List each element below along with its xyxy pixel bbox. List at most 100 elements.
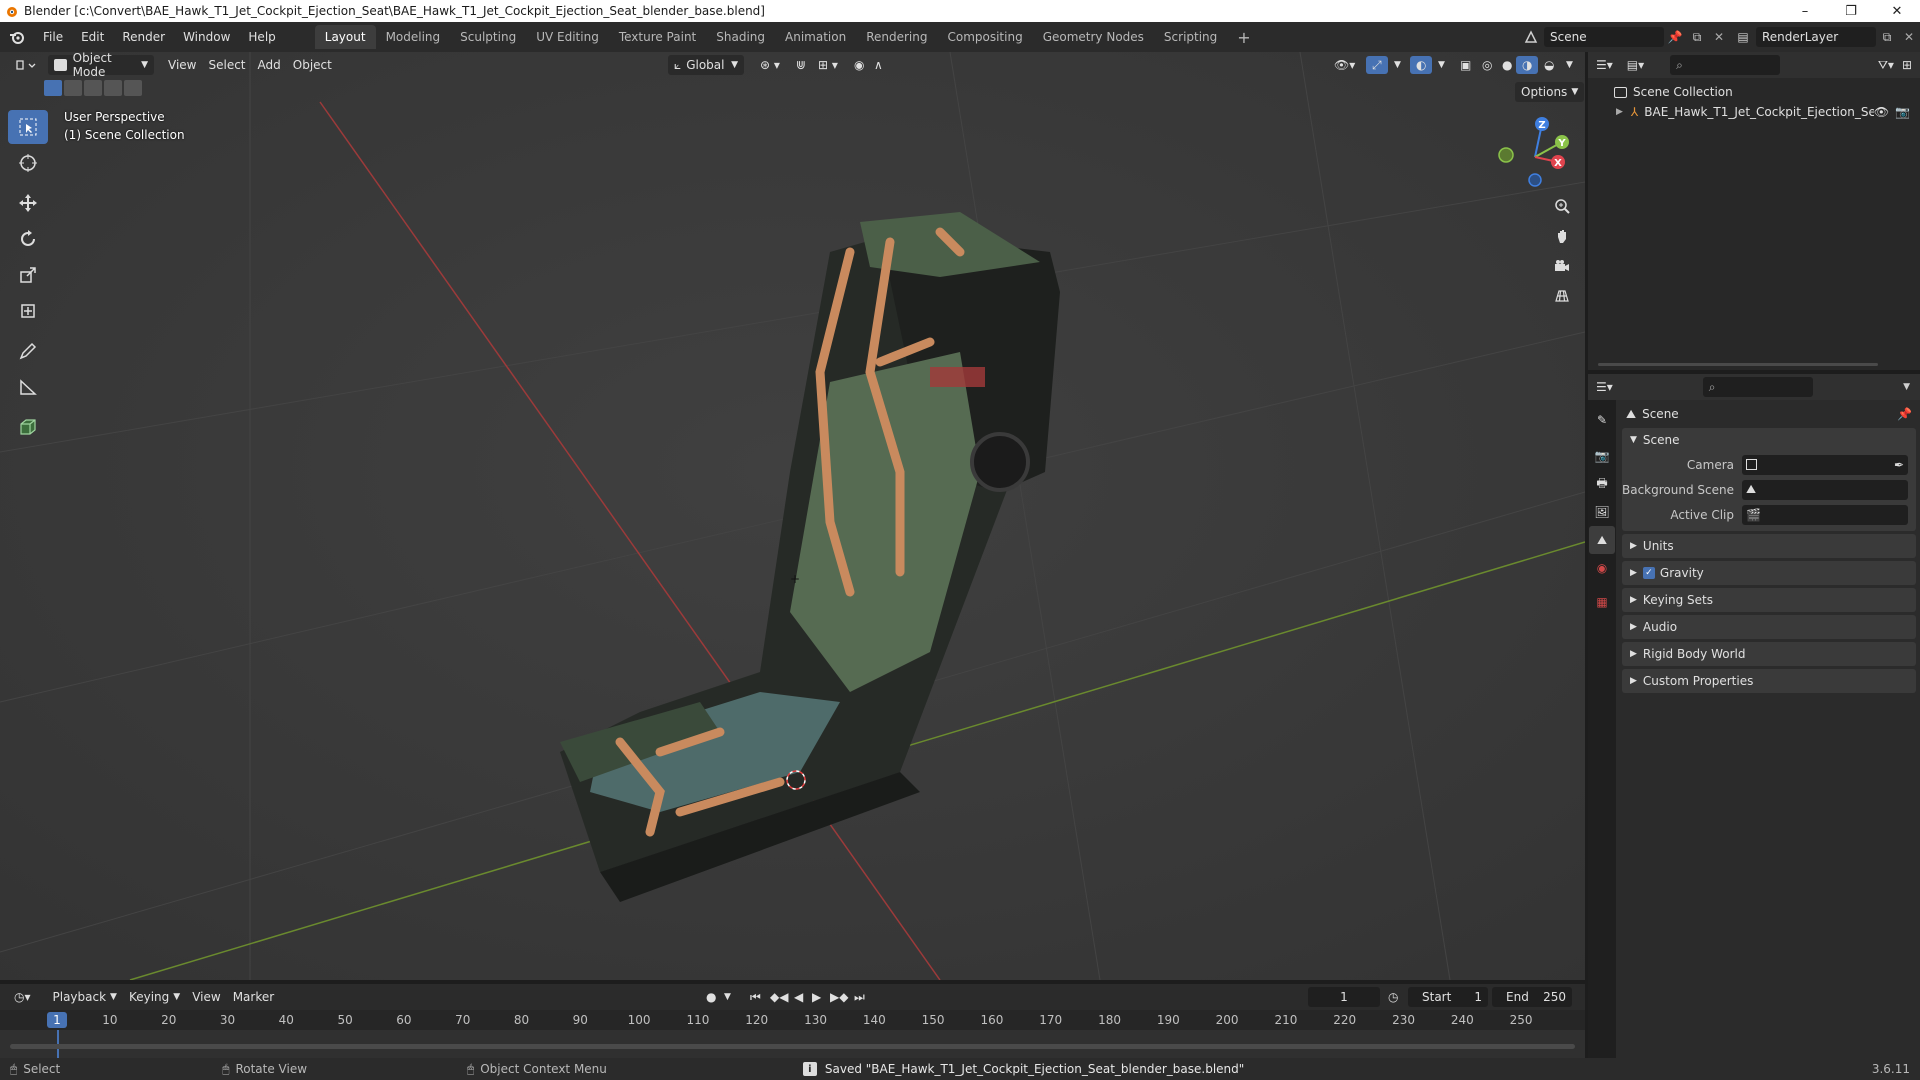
select-extend-icon[interactable] <box>64 80 82 96</box>
viewport-menu-view[interactable]: View <box>162 55 202 75</box>
cursor-tool-icon[interactable] <box>8 146 48 180</box>
menu-file[interactable]: File <box>34 22 72 52</box>
delete-scene-icon[interactable]: ✕ <box>1708 30 1730 44</box>
render-layer-icon[interactable]: ▤ <box>1730 30 1756 44</box>
shading-dropdown-icon[interactable]: ▼ <box>1560 55 1579 75</box>
keying-menu[interactable]: Keying ▼ <box>123 987 186 1007</box>
scale-tool-icon[interactable] <box>8 258 48 292</box>
workspace-tab-uv-editing[interactable]: UV Editing <box>526 25 609 49</box>
pin-icon[interactable]: 📌 <box>1897 407 1912 421</box>
end-frame-field[interactable]: End 250 <box>1492 987 1572 1007</box>
outliner-scrollbar[interactable] <box>1598 363 1878 366</box>
timeline-scrollbar[interactable] <box>10 1044 1575 1049</box>
workspace-tab-compositing[interactable]: Compositing <box>937 25 1032 49</box>
pan-view-icon[interactable] <box>1549 223 1575 249</box>
scene-panel-header[interactable]: ▼ Scene <box>1622 428 1916 452</box>
scene-name-field[interactable]: Scene <box>1544 27 1664 47</box>
output-tab-icon[interactable]: 🖶 <box>1589 470 1615 498</box>
select-intersect-icon[interactable] <box>124 80 142 96</box>
overlay-dropdown-icon[interactable]: ▼ <box>1432 55 1451 75</box>
options-dropdown[interactable]: Options ▼ <box>1515 82 1585 102</box>
workspace-tab-texture-paint[interactable]: Texture Paint <box>609 25 706 49</box>
ortho-toggle-icon[interactable] <box>1549 283 1575 309</box>
select-invert-icon[interactable] <box>104 80 122 96</box>
annotate-tool-icon[interactable] <box>8 334 48 368</box>
active-clip-field[interactable]: 🎬 <box>1742 504 1908 525</box>
editor-type-icon[interactable]: ☰▾ <box>1596 58 1613 72</box>
eye-icon[interactable]: 👁 <box>1874 105 1889 119</box>
navigation-gizmo[interactable]: Z Y X <box>1490 112 1580 202</box>
add-cube-tool-icon[interactable] <box>8 410 48 444</box>
snap-icon[interactable]: ⋓ <box>790 55 812 75</box>
move-tool-icon[interactable] <box>8 186 48 220</box>
outliner-row-scene-collection[interactable]: Scene Collection <box>1588 82 1920 102</box>
rigid-body-world-panel[interactable]: ▶ Rigid Body World <box>1622 642 1916 666</box>
select-new-icon[interactable] <box>44 80 62 96</box>
outliner-search-input[interactable]: ⌕ <box>1670 55 1781 75</box>
gizmo-dropdown-icon[interactable]: ▼ <box>1388 55 1407 75</box>
menu-render[interactable]: Render <box>113 22 174 52</box>
editor-type-icon[interactable]: ☰▾ <box>1596 380 1613 394</box>
current-frame-field[interactable]: 1 <box>1308 987 1380 1007</box>
new-collection-icon[interactable]: ⊞ <box>1902 58 1912 72</box>
workspace-tab-geometry-nodes[interactable]: Geometry Nodes <box>1033 25 1154 49</box>
keying-dropdown-icon[interactable]: ▼ <box>718 987 737 1007</box>
menu-help[interactable]: Help <box>239 22 284 52</box>
gravity-checkbox[interactable]: ✓ <box>1642 567 1655 579</box>
start-frame-field[interactable]: Start 1 <box>1408 987 1488 1007</box>
audio-panel[interactable]: ▶ Audio <box>1622 615 1916 639</box>
timeline-view-menu[interactable]: View <box>186 987 226 1007</box>
minimize-button[interactable]: – <box>1782 0 1828 22</box>
close-button[interactable]: ✕ <box>1874 0 1920 22</box>
scene-icon[interactable] <box>1518 30 1544 44</box>
new-scene-icon[interactable]: ⧉ <box>1686 30 1708 45</box>
zoom-view-icon[interactable] <box>1549 193 1575 219</box>
gravity-panel[interactable]: ▶ ✓ Gravity <box>1622 561 1916 585</box>
world-tab-icon[interactable]: ◉ <box>1589 554 1615 582</box>
marker-menu[interactable]: Marker <box>227 987 280 1007</box>
eyedropper-icon[interactable]: ✒ <box>1894 458 1904 472</box>
workspace-tab-shading[interactable]: Shading <box>706 25 775 49</box>
visibility-icon[interactable]: 👁▾ <box>1328 55 1361 75</box>
editor-type-icon[interactable]: ◷▾ <box>8 987 37 1007</box>
workspace-tab-sculpting[interactable]: Sculpting <box>450 25 526 49</box>
add-workspace-button[interactable]: + <box>1227 25 1260 49</box>
background-scene-field[interactable]: ⛰ <box>1742 479 1908 500</box>
maximize-button[interactable]: ❐ <box>1828 0 1874 22</box>
render-tab-icon[interactable]: 📷 <box>1589 442 1615 470</box>
pin-icon[interactable]: 📌 <box>1664 30 1686 44</box>
viewport-menu-select[interactable]: Select <box>202 55 251 75</box>
pivot-point-icon[interactable]: ⊛ ▾ <box>754 55 786 75</box>
properties-search-input[interactable]: ⌕ <box>1702 377 1813 397</box>
new-layer-icon[interactable]: ⧉ <box>1876 30 1898 45</box>
render-layer-field[interactable]: RenderLayer <box>1756 27 1876 47</box>
workspace-tab-modeling[interactable]: Modeling <box>376 25 451 49</box>
frame-ruler[interactable]: 1 10 20 30 40 50 60 70 80 90 100 110 120 130 140 150 160… <box>0 1010 1585 1030</box>
material-shading-icon[interactable]: ◑ <box>1516 56 1539 74</box>
camera-field[interactable]: ✒ <box>1742 454 1908 475</box>
workspace-tab-rendering[interactable]: Rendering <box>856 25 937 49</box>
editor-type-icon[interactable] <box>8 55 42 75</box>
viewport-menu-object[interactable]: Object <box>287 55 338 75</box>
custom-properties-panel[interactable]: ▶ Custom Properties <box>1622 669 1916 693</box>
jump-end-icon[interactable]: ⏭ <box>848 987 871 1007</box>
playback-menu[interactable]: Playback ▼ <box>47 987 123 1007</box>
scene-tab-icon[interactable]: ⛰ <box>1589 526 1615 554</box>
keying-sets-panel[interactable]: ▶ Keying Sets <box>1622 588 1916 612</box>
chevron-down-icon[interactable]: ▼ <box>1903 382 1910 392</box>
snap-target-icon[interactable]: ⊞ ▾ <box>812 55 844 75</box>
delete-layer-icon[interactable]: ✕ <box>1898 30 1920 44</box>
render-camera-icon[interactable]: 📷 <box>1895 105 1910 119</box>
workspace-tab-animation[interactable]: Animation <box>775 25 856 49</box>
falloff-icon[interactable]: ∧ <box>868 55 889 75</box>
viewport-menu-add[interactable]: Add <box>252 55 287 75</box>
rendered-shading-icon[interactable]: ◒ <box>1538 55 1560 75</box>
3d-viewport[interactable]: + Object Mode ▼ View Select Add Object ⟀… <box>0 52 1585 980</box>
expand-arrow-icon[interactable]: ▶ <box>1616 107 1623 117</box>
tool-tab-icon[interactable]: ✎ <box>1589 406 1615 434</box>
select-subtract-icon[interactable] <box>84 80 102 96</box>
transform-orientation-dropdown[interactable]: ⟀ Global ▼ <box>668 55 744 75</box>
overlay-toggle-icon[interactable]: ◐ <box>1410 56 1433 74</box>
outliner-row-object[interactable]: ▶ ⅄ BAE_Hawk_T1_Jet_Cockpit_Ejection_Se … <box>1588 102 1920 122</box>
camera-view-icon[interactable] <box>1549 253 1575 279</box>
